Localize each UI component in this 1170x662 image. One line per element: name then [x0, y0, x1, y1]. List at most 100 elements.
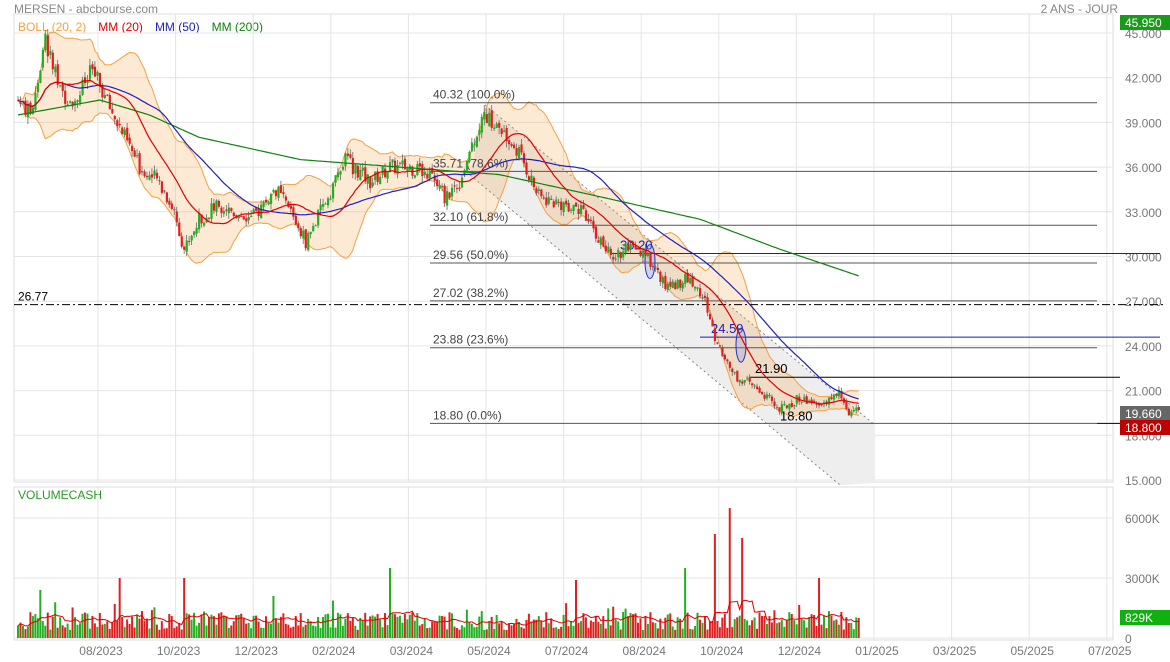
- candle-body: [728, 361, 731, 368]
- volume-bar: [29, 612, 32, 638]
- price-axis-label: 27.000: [1125, 295, 1162, 309]
- candle-body: [118, 124, 121, 126]
- candle-body: [113, 116, 116, 120]
- candle-body: [470, 142, 474, 152]
- volume-bar: [448, 612, 451, 638]
- candle-body: [622, 251, 625, 258]
- volume-bar: [765, 623, 768, 638]
- candle-body: [468, 151, 471, 162]
- volume-bar: [577, 622, 580, 638]
- candle-body: [552, 201, 555, 207]
- candle-body: [592, 220, 595, 229]
- volume-bar: [408, 614, 411, 638]
- fibonacci-label: 29.56 (50.0%): [433, 248, 508, 262]
- volume-bar: [617, 621, 620, 638]
- candle-body: [455, 188, 459, 190]
- volume-bar: [575, 580, 577, 638]
- volume-bar: [805, 627, 808, 638]
- volume-bar: [614, 619, 617, 638]
- volume-bar: [483, 629, 486, 638]
- candle-body: [604, 245, 607, 252]
- volume-bar: [267, 622, 270, 638]
- candle-body: [123, 129, 126, 136]
- volume-bar: [634, 613, 637, 638]
- volume-bar: [463, 627, 466, 638]
- volume-bar: [716, 620, 719, 638]
- candle-body: [783, 403, 786, 405]
- volume-bar: [282, 613, 285, 638]
- candle-body: [617, 250, 620, 258]
- candle-body: [669, 281, 672, 287]
- candle-body: [160, 181, 164, 193]
- volume-bar: [31, 616, 34, 638]
- volume-bar: [396, 616, 399, 638]
- volume-bar: [222, 615, 225, 638]
- fibonacci-label: 32.10 (61.8%): [433, 210, 508, 224]
- volume-bar: [203, 611, 205, 638]
- candle-body: [847, 408, 850, 416]
- volume-bar: [609, 625, 612, 638]
- volume-bar: [669, 613, 672, 638]
- candle-body: [354, 164, 357, 174]
- candle-body: [103, 95, 106, 98]
- candle-body: [706, 297, 709, 313]
- candle-body: [319, 204, 322, 211]
- volume-bar: [421, 624, 424, 638]
- last-price-badge: 19.660: [1125, 407, 1162, 421]
- candle-body: [579, 205, 583, 215]
- volume-bar: [619, 629, 622, 638]
- volume-bar: [163, 628, 166, 638]
- candle-body: [242, 216, 245, 220]
- candle-body: [88, 65, 92, 80]
- candle-body: [207, 217, 211, 219]
- candle-body: [163, 190, 166, 192]
- volume-bar: [354, 625, 357, 638]
- volume-bar: [540, 620, 543, 638]
- candle-body: [438, 184, 441, 189]
- volume-bar: [552, 627, 555, 638]
- candle-body: [741, 381, 744, 384]
- candle-body: [773, 401, 776, 407]
- volume-bar: [733, 619, 736, 638]
- candle-body: [500, 128, 503, 134]
- volume-bar: [684, 568, 687, 638]
- candle-body: [560, 201, 563, 211]
- volume-bar: [505, 629, 508, 638]
- volume-bar: [86, 613, 89, 638]
- volume-bar: [21, 625, 24, 638]
- candle-body: [550, 198, 553, 200]
- volume-bar: [61, 625, 64, 638]
- candle-body: [805, 396, 808, 404]
- volume-bar: [674, 629, 677, 638]
- volume-bar: [379, 619, 382, 638]
- candle-body: [34, 92, 37, 110]
- candle-body: [133, 150, 136, 157]
- candle-body: [331, 183, 335, 199]
- price-axis-label: 15.000: [1125, 474, 1162, 488]
- volume-bar: [493, 628, 496, 638]
- chart-canvas[interactable]: 45.00042.00039.00036.00033.00030.00027.0…: [0, 0, 1170, 662]
- candle-body: [178, 222, 181, 237]
- candle-body: [659, 271, 662, 282]
- volume-bar: [49, 629, 52, 638]
- volume-bar: [498, 623, 501, 638]
- volume-bar: [778, 622, 781, 638]
- candle-body: [656, 267, 660, 270]
- candle-body: [545, 197, 548, 206]
- volume-bar: [150, 610, 153, 638]
- candle-body: [684, 274, 687, 284]
- candle-body: [515, 148, 518, 156]
- volume-bar: [852, 629, 855, 638]
- candle-body: [150, 174, 154, 178]
- volume-bar: [597, 621, 600, 638]
- volume-bar: [589, 620, 592, 638]
- price-axis-label: 33.000: [1125, 206, 1162, 220]
- volume-bar: [190, 619, 193, 638]
- candle-body: [108, 95, 111, 110]
- candle-body: [379, 176, 382, 185]
- volume-bar: [165, 628, 168, 638]
- candle-body: [485, 113, 488, 124]
- price-axis-label: 21.000: [1125, 385, 1162, 399]
- volume-bar: [297, 625, 300, 638]
- candle-body: [508, 140, 511, 145]
